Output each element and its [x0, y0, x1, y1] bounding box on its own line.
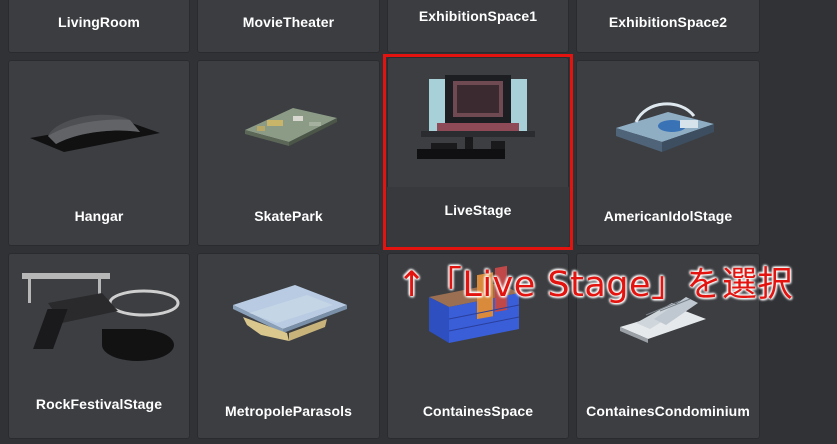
stage-label: ExhibitionSpace2: [608, 14, 728, 30]
stage-tile-rockfestivalstage[interactable]: RockFestivalStage: [8, 253, 190, 439]
stage-tile-americanidolstage[interactable]: AmericanIdolStage: [576, 60, 760, 246]
stage-label: SkatePark: [254, 208, 323, 224]
stage-label: MovieTheater: [242, 14, 335, 30]
americanidolstage-thumbnail: [616, 102, 714, 152]
metropoleparasols-thumbnail: [233, 285, 347, 341]
stage-tile-metropoleparasols[interactable]: MetropoleParasols: [197, 253, 380, 439]
stage-label: ContainesCondominium: [586, 403, 750, 419]
skatepark-thumbnail: [245, 108, 337, 146]
stage-label: ExhibitionSpace1: [418, 8, 538, 24]
stage-tile-movietheater[interactable]: MovieTheater: [197, 0, 380, 53]
stage-label: LivingRoom: [58, 14, 140, 30]
stage-tile-skatepark[interactable]: SkatePark: [197, 60, 380, 246]
hangar-thumbnail: [30, 114, 160, 152]
stage-label: LiveStage: [444, 202, 512, 218]
instruction-annotation: ↑「Live Stage」を選択: [397, 265, 794, 305]
livestage-thumbnail: [417, 75, 535, 159]
stage-tile-exhibitionspace2[interactable]: ExhibitionSpace2: [576, 0, 760, 53]
stage-label: Hangar: [74, 208, 124, 224]
stage-label: RockFestivalStage: [35, 396, 163, 412]
stage-label: AmericanIdolStage: [603, 208, 733, 224]
stage-label: MetropoleParasols: [225, 403, 352, 419]
rockfestivalstage-thumbnail: [22, 273, 180, 361]
stage-selection-grid: LivingRoom MovieTheater ExhibitionSpace1…: [0, 0, 837, 444]
stage-tile-exhibitionspace1[interactable]: ExhibitionSpace1: [387, 0, 569, 53]
stage-tile-livestage[interactable]: LiveStage: [387, 57, 569, 247]
stage-tile-livingroom[interactable]: LivingRoom: [8, 0, 190, 53]
stage-label: ContainesSpace: [422, 403, 534, 419]
stage-tile-hangar[interactable]: Hangar: [8, 60, 190, 246]
